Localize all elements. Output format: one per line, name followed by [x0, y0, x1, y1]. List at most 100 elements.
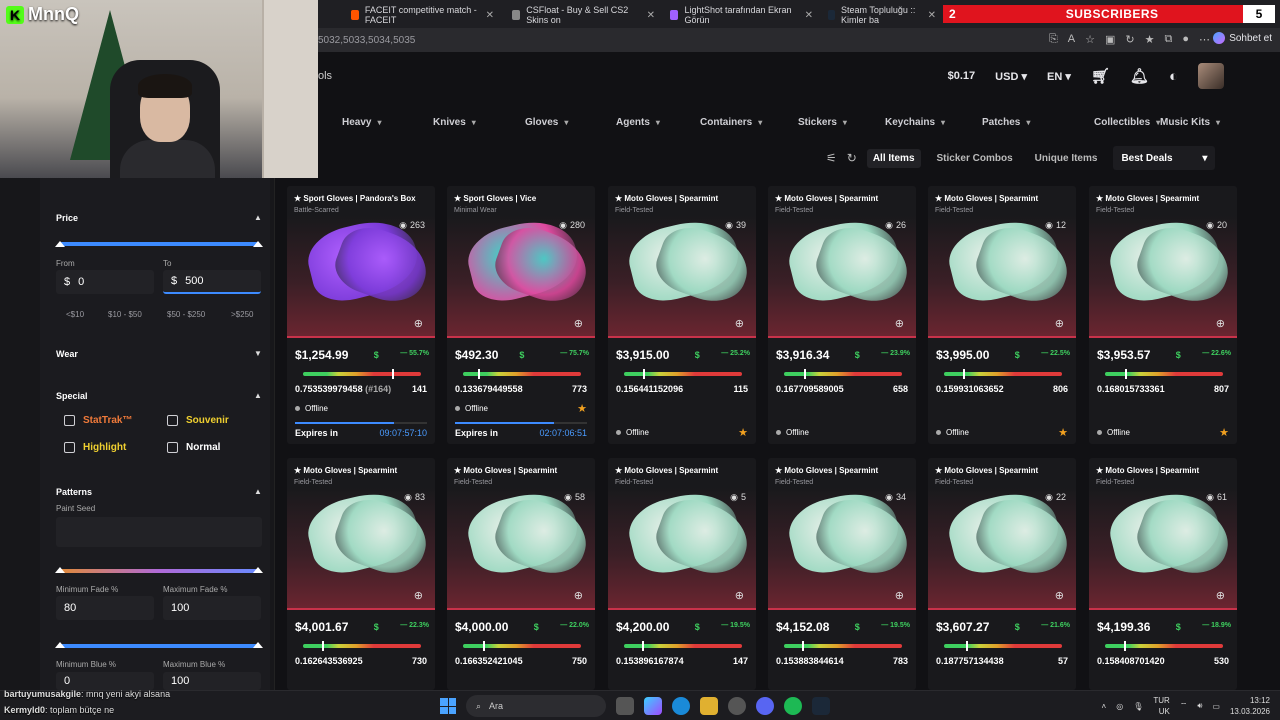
listing-card[interactable]: ★ Moto Gloves | Spearmint Field-Tested ◉… — [447, 458, 595, 690]
paint-seed-input[interactable] — [56, 517, 262, 547]
browser-tab[interactable]: CSFloat - Buy & Sell CS2 Skins on ✕ — [506, 4, 661, 26]
item-name[interactable]: ★ Moto Gloves | Spearmint — [615, 466, 718, 475]
listing-card[interactable]: ★ Moto Gloves | Spearmint Field-Tested ◉… — [1089, 458, 1237, 690]
item-name[interactable]: ★ Moto Gloves | Spearmint — [294, 466, 397, 475]
windows-start-icon[interactable] — [440, 698, 456, 714]
keyboard-language[interactable]: TUR UK — [1153, 695, 1169, 717]
zoom-icon[interactable]: ⊕ — [735, 317, 744, 330]
max-blue-input[interactable]: 100 — [163, 672, 261, 690]
item-name[interactable]: ★ Moto Gloves | Spearmint — [615, 194, 718, 203]
refresh-ext-icon[interactable]: ↻ — [1125, 33, 1134, 46]
filter-icon[interactable]: ⚟ — [826, 151, 837, 165]
url-text[interactable]: 5032,5033,5034,5035 — [318, 35, 415, 46]
browser-tab[interactable]: FACEIT competitive match - FACEIT ✕ — [345, 4, 500, 26]
edge-icon[interactable] — [672, 697, 690, 715]
item-name[interactable]: ★ Moto Gloves | Spearmint — [775, 466, 878, 475]
preset-10-50[interactable]: $10 - $50 — [108, 310, 142, 319]
currency-select[interactable]: USD ▾ — [995, 70, 1027, 83]
zoom-icon[interactable]: ⊕ — [1055, 317, 1064, 330]
patterns-title[interactable]: Patterns — [56, 487, 92, 497]
item-image[interactable]: ◉ 22 ⊕ — [928, 484, 1076, 610]
zoom-icon[interactable]: ⊕ — [574, 589, 583, 602]
item-image[interactable]: ◉ 39 ⊕ — [608, 212, 756, 338]
obs-icon[interactable] — [728, 697, 746, 715]
category-patches[interactable]: Patches ▾ — [982, 117, 1030, 128]
price-from-input[interactable]: $ 0 — [56, 270, 154, 294]
price-min-handle[interactable] — [55, 241, 65, 247]
item-name[interactable]: ★ Moto Gloves | Spearmint — [935, 466, 1038, 475]
item-image[interactable]: ◉ 61 ⊕ — [1089, 484, 1237, 610]
item-image[interactable]: ◉ 26 ⊕ — [768, 212, 916, 338]
listing-card[interactable]: ★ Moto Gloves | Spearmint Field-Tested ◉… — [608, 186, 756, 444]
listing-card[interactable]: ★ Sport Gloves | Vice Minimal Wear ◉ 280 … — [447, 186, 595, 444]
min-fade-input[interactable]: 80 — [56, 596, 154, 620]
spotify-icon[interactable] — [784, 697, 802, 715]
highlight-checkbox[interactable]: Highlight — [64, 442, 126, 453]
category-keychains[interactable]: Keychains ▾ — [885, 117, 945, 128]
category-music-kits[interactable]: Music Kits ▾ — [1160, 117, 1220, 128]
max-fade-input[interactable]: 100 — [163, 596, 261, 620]
fade-slider[interactable] — [60, 569, 258, 573]
zoom-icon[interactable]: ⊕ — [574, 317, 583, 330]
category-collectibles[interactable]: Collectibles ▾ — [1094, 117, 1160, 128]
listing-card[interactable]: ★ Moto Gloves | Spearmint Field-Tested ◉… — [928, 186, 1076, 444]
wifi-icon[interactable]: ⌔ — [1180, 701, 1188, 711]
network-icon[interactable]: ◎ — [1116, 702, 1123, 711]
item-image[interactable]: ◉ 20 ⊕ — [1089, 212, 1237, 338]
taskbar-search[interactable]: ⌕ Ara — [466, 695, 606, 717]
close-icon[interactable]: ✕ — [486, 10, 494, 21]
extension-icon[interactable]: ▣ — [1105, 33, 1115, 46]
translate-icon[interactable]: ⎘ — [1049, 33, 1058, 46]
listing-card[interactable]: ★ Moto Gloves | Spearmint Field-Tested ◉… — [928, 458, 1076, 690]
item-name[interactable]: ★ Moto Gloves | Spearmint — [454, 466, 557, 475]
item-image[interactable]: ◉ 5 ⊕ — [608, 484, 756, 610]
item-image[interactable]: ◉ 263 ⊕ — [287, 212, 435, 338]
chevron-up-icon[interactable]: ▲ — [254, 391, 262, 400]
zoom-icon[interactable]: ⊕ — [414, 317, 423, 330]
stattrak-checkbox[interactable]: StatTrak™ — [64, 415, 132, 426]
souvenir-checkbox[interactable]: Souvenir — [167, 415, 229, 426]
collections-icon[interactable]: ⧉ — [1164, 33, 1172, 46]
blue-min-handle[interactable] — [55, 642, 65, 648]
favorite-icon[interactable]: ☆ — [1085, 33, 1095, 46]
discord-icon[interactable] — [756, 697, 774, 715]
file-explorer-icon[interactable] — [700, 697, 718, 715]
mic-icon[interactable]: 🎙︎ — [1133, 702, 1143, 711]
category-containers[interactable]: Containers ▾ — [700, 117, 762, 128]
fade-min-handle[interactable] — [55, 567, 65, 573]
item-image[interactable]: ◉ 58 ⊕ — [447, 484, 595, 610]
category-gloves[interactable]: Gloves ▾ — [525, 117, 568, 128]
battery-icon[interactable]: ▭ — [1212, 702, 1220, 711]
close-icon[interactable]: ✕ — [805, 10, 813, 21]
language-select[interactable]: EN ▾ — [1047, 70, 1071, 83]
zoom-icon[interactable]: ⊕ — [895, 589, 904, 602]
preset-under-10[interactable]: <$10 — [66, 310, 84, 319]
bell-icon[interactable]: 🔔︎ — [1130, 67, 1149, 85]
zoom-icon[interactable]: ⊕ — [414, 589, 423, 602]
zoom-icon[interactable]: ⊕ — [735, 589, 744, 602]
listing-card[interactable]: ★ Moto Gloves | Spearmint Field-Tested ◉… — [608, 458, 756, 690]
close-icon[interactable]: ✕ — [928, 10, 936, 21]
blue-slider[interactable] — [60, 644, 258, 648]
star-icon[interactable]: ★ — [1058, 426, 1068, 439]
category-knives[interactable]: Knives ▾ — [433, 117, 476, 128]
chevron-up-icon[interactable]: ˄ — [1102, 702, 1107, 711]
tab-sticker-combos[interactable]: Sticker Combos — [931, 149, 1019, 168]
item-image[interactable]: ◉ 83 ⊕ — [287, 484, 435, 610]
item-name[interactable]: ★ Sport Gloves | Pandora's Box — [294, 194, 416, 203]
item-name[interactable]: ★ Moto Gloves | Spearmint — [775, 194, 878, 203]
copilot-taskbar-icon[interactable] — [644, 697, 662, 715]
balance[interactable]: $0.17 — [948, 70, 976, 82]
chevron-up-icon[interactable]: ▲ — [254, 213, 262, 222]
zoom-icon[interactable]: ⊕ — [1055, 589, 1064, 602]
listing-card[interactable]: ★ Moto Gloves | Spearmint Field-Tested ◉… — [287, 458, 435, 690]
item-name[interactable]: ★ Moto Gloves | Spearmint — [1096, 466, 1199, 475]
browser-tab[interactable]: LightShot tarafından Ekran Görün ✕ — [664, 4, 819, 26]
task-view-icon[interactable] — [616, 697, 634, 715]
price-slider[interactable] — [60, 242, 258, 246]
chevron-up-icon[interactable]: ▲ — [254, 487, 262, 496]
browser-tab[interactable]: Steam Topluluğu :: Kimler ba ✕ — [822, 4, 942, 26]
item-image[interactable]: ◉ 280 ⊕ — [447, 212, 595, 338]
listing-card[interactable]: ★ Moto Gloves | Spearmint Field-Tested ◉… — [768, 186, 916, 444]
item-name[interactable]: ★ Moto Gloves | Spearmint — [935, 194, 1038, 203]
